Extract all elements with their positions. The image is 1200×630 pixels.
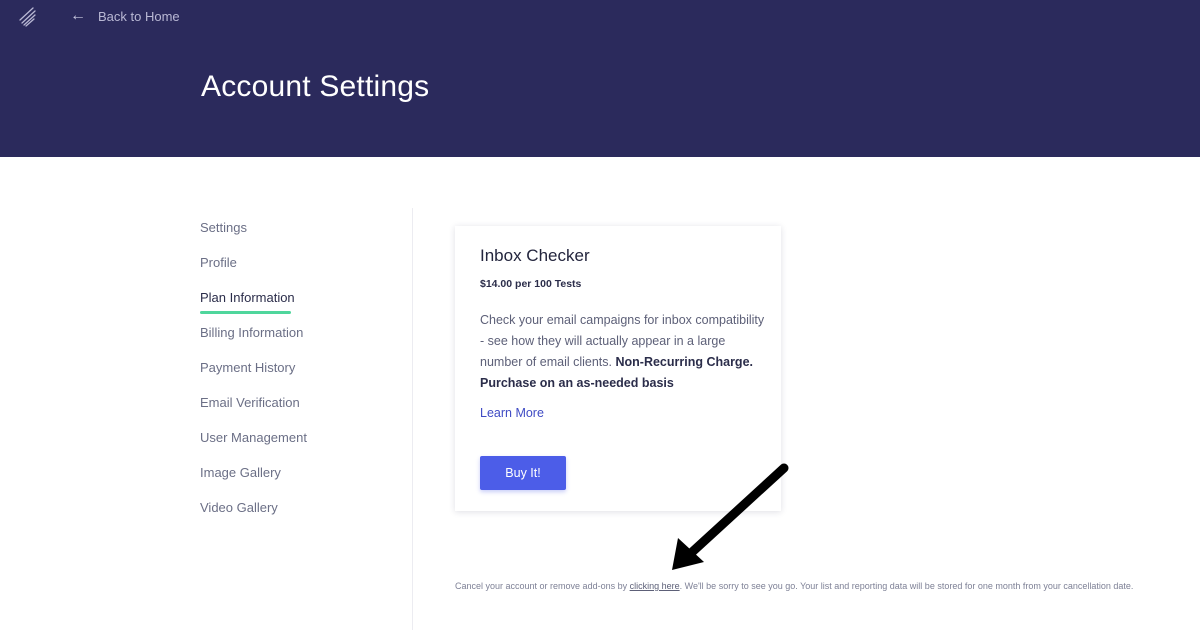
sidebar-item-profile[interactable]: Profile (200, 255, 307, 290)
buy-it-button[interactable]: Buy It! (480, 456, 566, 490)
arrow-pointer-annotation-icon (672, 463, 789, 570)
page-header: ← Back to Home Account Settings (0, 0, 1200, 157)
cancel-account-note: Cancel your account or remove add-ons by… (455, 578, 1135, 595)
page-title: Account Settings (201, 70, 430, 103)
arrow-left-icon: ← (70, 7, 86, 24)
sidebar-item-image-gallery[interactable]: Image Gallery (200, 465, 307, 500)
card-title: Inbox Checker (480, 246, 590, 265)
cancel-note-text-after: . We'll be sorry to see you go. Your lis… (679, 581, 1134, 591)
sidebar-item-email-verification[interactable]: Email Verification (200, 395, 307, 430)
sidebar-item-video-gallery[interactable]: Video Gallery (200, 500, 307, 535)
back-to-home-link[interactable]: ← Back to Home (70, 7, 180, 25)
sidebar-item-payment-history[interactable]: Payment History (200, 360, 307, 395)
cancel-note-text-before: Cancel your account or remove add-ons by (455, 581, 630, 591)
card-price: $14.00 per 100 Tests (480, 278, 582, 290)
sidebar-item-user-management[interactable]: User Management (200, 430, 307, 465)
logo-icon[interactable] (18, 6, 38, 28)
sidebar-item-settings[interactable]: Settings (200, 220, 307, 255)
sidebar-item-billing-information[interactable]: Billing Information (200, 325, 307, 360)
card-description: Check your email campaigns for inbox com… (480, 310, 770, 394)
back-to-home-label: Back to Home (98, 8, 180, 24)
sidebar-item-plan-information[interactable]: Plan Information (200, 290, 307, 325)
cancel-account-link[interactable]: clicking here (630, 581, 680, 591)
learn-more-link[interactable]: Learn More (480, 406, 544, 420)
settings-sidebar: Settings Profile Plan Information Billin… (200, 220, 307, 535)
sidebar-divider (412, 208, 413, 630)
